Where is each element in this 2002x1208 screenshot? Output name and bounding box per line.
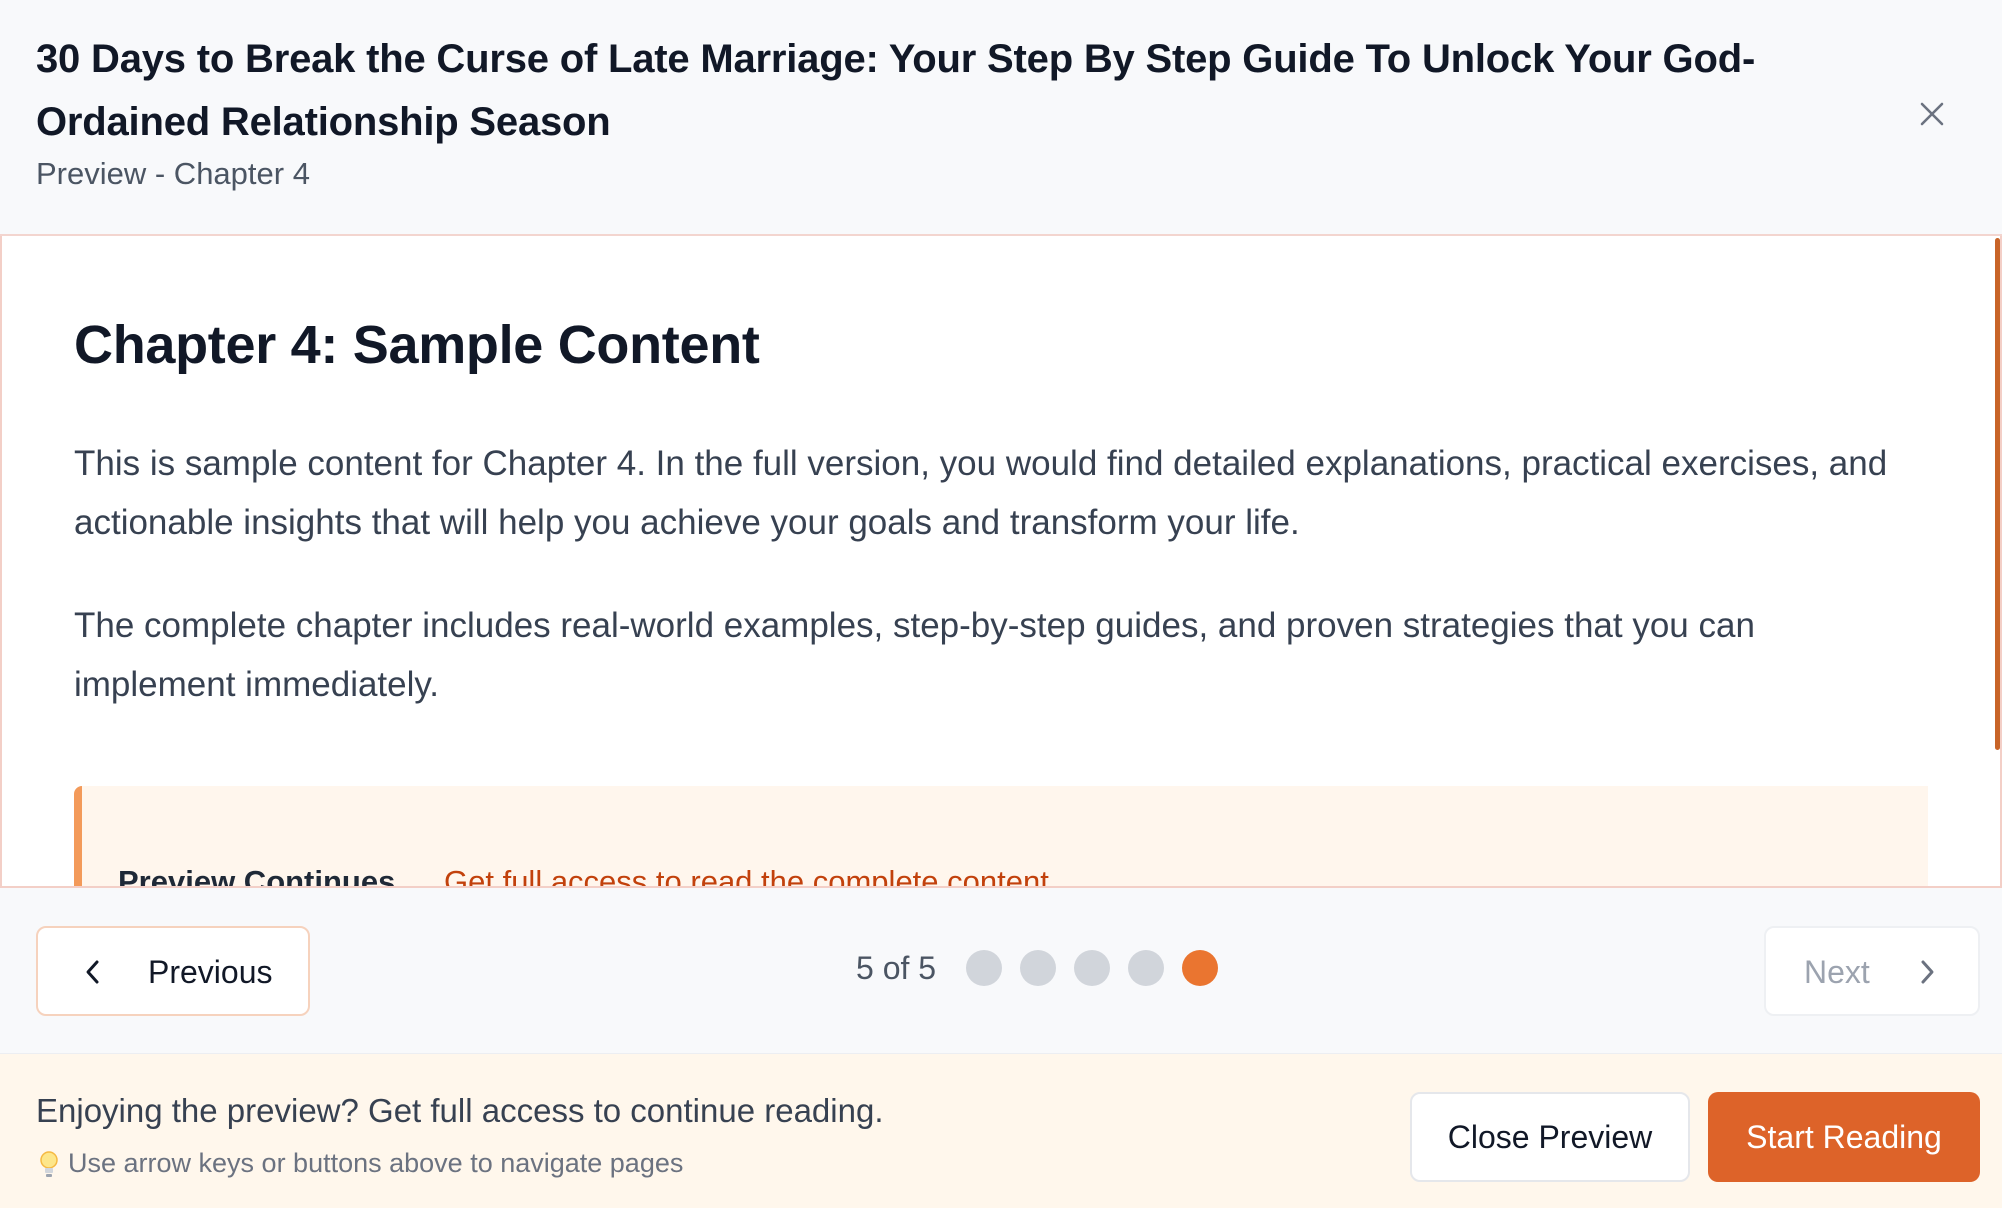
full-access-link[interactable]: Get full access to read the complete con… — [444, 864, 1049, 886]
footer-cta-text: Enjoying the preview? Get full access to… — [36, 1092, 884, 1129]
page-navigation: Previous 5 of 5 Next — [0, 888, 2002, 1054]
close-preview-button[interactable]: Close Preview — [1410, 1092, 1690, 1182]
start-reading-button[interactable]: Start Reading — [1708, 1092, 1980, 1182]
previous-label: Previous — [148, 954, 273, 990]
preview-modal: 30 Days to Break the Curse of Late Marri… — [0, 0, 2002, 1208]
navigation-hint-text: Use arrow keys or buttons above to navig… — [68, 1148, 684, 1178]
lightbulb-icon — [40, 1150, 58, 1177]
modal-header: 30 Days to Break the Curse of Late Marri… — [0, 0, 2002, 236]
scrollbar-thumb[interactable] — [1995, 238, 2000, 750]
navigation-hint: Use arrow keys or buttons above to navig… — [36, 1148, 683, 1179]
page-dot-2[interactable] — [1020, 950, 1056, 986]
close-button[interactable] — [1910, 92, 1954, 136]
page-dots — [966, 950, 1218, 986]
chapter-content[interactable]: Chapter 4: Sample Content This is sample… — [0, 236, 2002, 888]
preview-footer: Enjoying the preview? Get full access to… — [0, 1054, 2002, 1208]
next-label: Next — [1804, 954, 1870, 990]
page-dot-5[interactable] — [1182, 950, 1218, 986]
close-icon — [1920, 102, 1944, 126]
preview-subtitle: Preview - Chapter 4 — [36, 156, 310, 191]
next-button[interactable]: Next — [1764, 926, 1980, 1016]
chapter-paragraph: The complete chapter includes real-world… — [74, 606, 1755, 704]
chevron-left-icon — [86, 960, 99, 984]
preview-continues-callout: Preview Continues... Get full access to … — [74, 786, 1928, 888]
page-dot-3[interactable] — [1074, 950, 1110, 986]
chapter-heading: Chapter 4: Sample Content — [74, 315, 760, 375]
chevron-right-icon — [1921, 960, 1934, 984]
chapter-paragraph: This is sample content for Chapter 4. In… — [74, 444, 1888, 542]
previous-button[interactable]: Previous — [36, 926, 310, 1016]
book-title: 30 Days to Break the Curse of Late Marri… — [36, 37, 1756, 144]
page-dot-1[interactable] — [966, 950, 1002, 986]
preview-continues-title: Preview Continues... — [118, 864, 422, 888]
page-dot-4[interactable] — [1128, 950, 1164, 986]
page-indicator: 5 of 5 — [856, 950, 937, 986]
